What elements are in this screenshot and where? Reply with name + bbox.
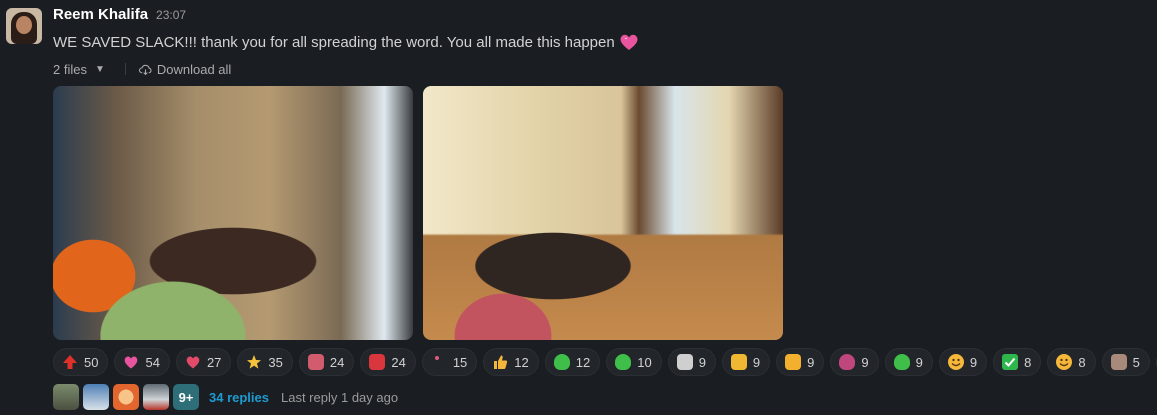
reaction-count: 12 [575,354,591,370]
thread-summary[interactable]: 9+ 34 replies Last reply 1 day ago [53,384,398,410]
reaction-custom-photo[interactable]: 5 [1101,348,1150,376]
reaction-count: 5 [1132,354,1140,370]
reaction-count: 12 [514,354,529,370]
reaction-check-mark[interactable]: 8 [993,348,1042,376]
sparkling-heart-icon [123,354,139,370]
custom-clapper-icon [676,354,693,370]
reaction-count: 27 [206,354,222,370]
reaction-count: 50 [84,354,99,370]
reaction-smiley-face[interactable]: 8 [1047,348,1096,376]
check-mark-icon [1002,354,1019,370]
reaction-red-arrow-up[interactable]: 50 [53,348,109,376]
reaction-heart-hands[interactable]: 27 [175,348,232,376]
reaction-count: 9 [969,354,978,370]
reply-avatar [83,384,109,410]
reaction-count: 9 [861,354,869,370]
custom-green-blob-2-icon [615,354,632,370]
reaction-custom-green-blob[interactable]: 12 [544,348,601,376]
thumbs-up-icon [492,354,508,370]
reaction-count: 35 [268,354,283,370]
star-icon [246,354,262,370]
message-body: WE SAVED SLACK!!! thank you for all spre… [53,33,615,51]
reaction-thumbs-up[interactable]: 12 [483,348,539,376]
message-text: WE SAVED SLACK!!! thank you for all spre… [53,30,1147,54]
reply-avatar [113,384,139,410]
reaction-count: 9 [752,354,761,370]
custom-mushroom-icon [369,354,386,370]
reaction-count: 24 [329,354,345,370]
message: Reem Khalifa 23:07 WE SAVED SLACK!!! tha… [53,6,1147,78]
photo-attachment-2[interactable] [423,86,783,340]
reaction-count: 8 [1078,354,1086,370]
custom-dot-icon [431,354,447,370]
grinning-face-icon [947,354,964,370]
replies-link[interactable]: 34 replies [209,390,269,405]
reactions-bar: 50 54 27 35 24 24 15 12 12 10 9 9 9 9 9 9 8 8 5 [53,348,1157,376]
custom-photo-icon [1110,354,1127,370]
sparkling-heart-icon [619,33,639,51]
reply-avatar [143,384,169,410]
custom-yellow-icon [730,354,747,370]
reaction-custom-yellow[interactable]: 9 [721,348,771,376]
files-bar: 2 files ▼ Download all [53,60,1147,78]
reaction-count: 24 [391,354,406,370]
custom-green-blob-3-icon [893,354,910,370]
reaction-count: 15 [452,354,468,370]
reaction-star[interactable]: 35 [237,348,293,376]
reaction-custom-green-blob-3[interactable]: 9 [884,348,933,376]
reaction-grinning-face[interactable]: 9 [938,348,988,376]
photo-attachments [53,86,783,340]
reaction-count: 10 [637,354,652,370]
photo-attachment-1[interactable] [53,86,413,340]
reaction-count: 8 [1024,354,1032,370]
custom-pink-icon [307,354,324,370]
avatar-face [16,16,32,34]
reaction-custom-green-blob-2[interactable]: 10 [606,348,662,376]
download-all-button[interactable]: Download all [138,61,232,77]
download-all-label: Download all [156,61,232,77]
more-repliers-badge: 9+ [173,384,199,410]
smiley-face-icon [1056,354,1073,370]
reaction-sparkling-heart[interactable]: 54 [114,348,170,376]
reply-avatar [53,384,79,410]
reaction-custom-clapper[interactable]: 9 [667,348,716,376]
files-count[interactable]: 2 files [53,62,87,77]
last-reply-time: Last reply 1 day ago [281,389,399,405]
heart-hands-icon [185,354,201,370]
reaction-custom-purple-blob[interactable]: 9 [830,348,879,376]
custom-duck-icon [785,354,802,370]
red-arrow-up-icon [62,354,78,370]
cloud-download-icon [138,64,152,75]
message-timestamp[interactable]: 23:07 [156,8,186,22]
reaction-count: 9 [915,354,923,370]
reaction-custom-pink[interactable]: 24 [298,348,355,376]
reaction-count: 9 [698,354,706,370]
message-header: Reem Khalifa 23:07 [53,6,1147,28]
reaction-count: 54 [145,354,160,370]
author-avatar[interactable] [6,8,42,44]
custom-purple-blob-icon [839,354,856,370]
reaction-custom-mushroom[interactable]: 24 [360,348,416,376]
reaction-count: 9 [807,354,815,370]
reaction-custom-duck[interactable]: 9 [776,348,825,376]
custom-green-blob-icon [553,354,570,370]
divider [124,63,126,75]
reaction-custom-dot[interactable]: 15 [421,348,478,376]
chevron-down-icon[interactable]: ▼ [95,64,105,75]
author-name[interactable]: Reem Khalifa [53,6,148,23]
